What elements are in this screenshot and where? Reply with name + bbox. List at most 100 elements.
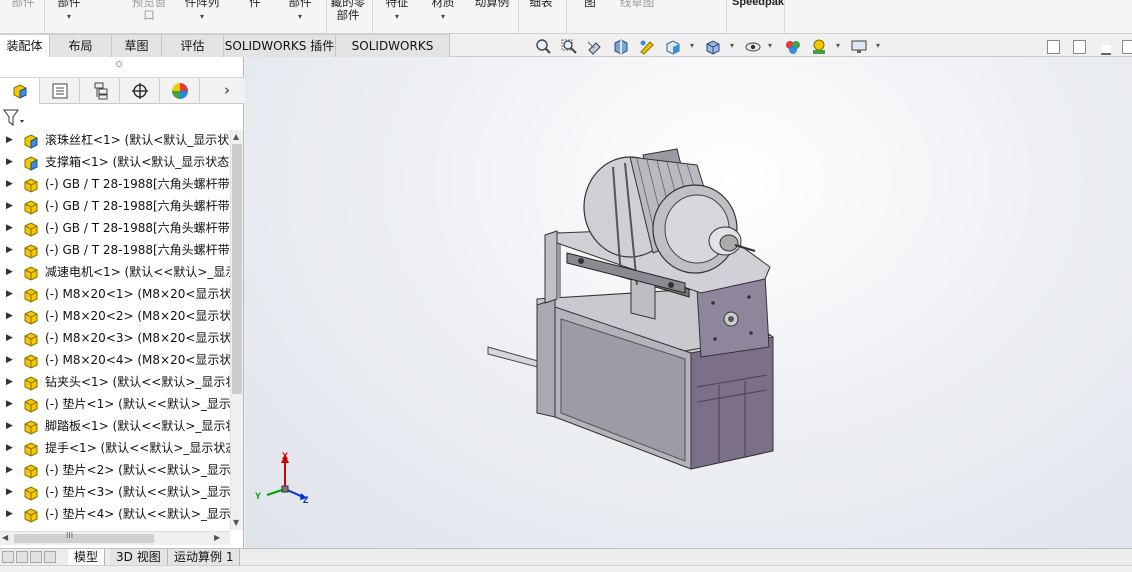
ribbon-item-4[interactable]: 件 (245, 0, 265, 33)
zoom-to-area-icon[interactable] (560, 38, 578, 56)
tree-filter[interactable] (0, 106, 244, 128)
section-view-icon[interactable] (612, 38, 630, 56)
split-pane-icon[interactable] (1073, 40, 1086, 54)
expand-arrow-icon[interactable]: ▶ (6, 201, 13, 211)
tree-item[interactable]: ▶ (-) GB / T 28-1988[六角头螺杆带 (0, 240, 230, 262)
panel-grip-icon[interactable] (116, 61, 122, 67)
tab-motion-study-1[interactable]: 运动算例 1 (168, 549, 241, 566)
tab-model[interactable]: 模型 (68, 549, 106, 566)
scroll-right-icon[interactable]: ▶ (214, 533, 220, 542)
tab-3d-view[interactable]: 3D 视图 (110, 549, 168, 566)
tree-vertical-scrollbar[interactable]: ▲ ▼ (230, 130, 243, 530)
tree-item[interactable]: ▶ (-) GB / T 28-1988[六角头螺杆带 (0, 174, 230, 196)
expand-arrow-icon[interactable]: ▶ (6, 223, 13, 233)
expand-arrow-icon[interactable]: ▶ (6, 443, 13, 453)
ribbon-item-11[interactable]: 图 (580, 0, 600, 33)
ribbon-item-0[interactable]: 部件 (8, 0, 38, 33)
restore-pane-icon[interactable] (1047, 40, 1060, 54)
configurationmanager-icon[interactable] (80, 78, 120, 104)
edit-appearance-icon[interactable] (784, 38, 802, 56)
expand-arrow-icon[interactable]: ▶ (6, 157, 13, 167)
ribbon-item-5[interactable]: 部件 ▾ (285, 0, 315, 33)
expand-arrow-icon[interactable]: ▶ (6, 355, 13, 365)
expand-arrow-icon[interactable]: ▶ (6, 421, 13, 431)
tree-item[interactable]: ▶ 钻夹头<1> (默认<<默认>_显示状 (0, 372, 230, 394)
tree-item[interactable]: ▶ 滚珠丝杠<1> (默认<默认_显示状 (0, 130, 230, 152)
chevron-down-icon[interactable]: ▾ (876, 41, 880, 50)
last-tab-icon[interactable] (44, 551, 56, 563)
chevron-down-icon[interactable]: ▾ (690, 41, 694, 50)
tab-sketch[interactable]: 草图 (112, 34, 162, 57)
tree-item[interactable]: ▶ (-) GB / T 28-1988[六角头螺杆带 (0, 218, 230, 240)
tree-item[interactable]: ▶ (-) 垫片<2> (默认<<默认>_显示状 (0, 460, 230, 482)
filter-icon[interactable] (3, 109, 25, 127)
tab-assembly[interactable]: 装配体 (0, 34, 50, 57)
chevron-down-icon[interactable]: ▾ (730, 41, 734, 50)
tree-item[interactable]: ▶ 提手<1> (默认<<默认>_显示状态 (0, 438, 230, 460)
tree-item[interactable]: ▶ (-) M8×20<2> (M8×20<显示状 (0, 306, 230, 328)
tree-horizontal-scrollbar[interactable]: ◀ III ▶ (0, 531, 230, 545)
expand-arrow-icon[interactable]: ▶ (6, 311, 13, 321)
tree-item[interactable]: ▶ (-) M8×20<3> (M8×20<显示状 (0, 328, 230, 350)
expand-arrow-icon[interactable]: ▶ (6, 399, 13, 409)
featuremanager-icon[interactable] (0, 78, 40, 104)
hide-show-icon[interactable] (744, 38, 762, 56)
expand-arrow-icon[interactable]: ▶ (6, 135, 13, 145)
dimxpertmanager-icon[interactable] (120, 78, 160, 104)
expand-arrow-icon[interactable]: ▶ (6, 509, 13, 519)
zoom-to-fit-icon[interactable] (534, 38, 552, 56)
tab-evaluate[interactable]: 评估 (162, 34, 224, 57)
displaymanager-icon[interactable] (160, 78, 200, 104)
display-style-icon[interactable] (704, 38, 722, 56)
ribbon-item-8[interactable]: 材质 ▾ (428, 0, 458, 33)
chevron-down-icon[interactable]: ▾ (836, 41, 840, 50)
expand-arrow-icon[interactable]: ▶ (6, 245, 13, 255)
tab-solidworks-addins[interactable]: SOLIDWORKS 插件 (224, 34, 336, 57)
previous-view-icon[interactable] (586, 38, 604, 56)
expand-arrow-icon[interactable]: ▶ (6, 289, 13, 299)
tree-item[interactable]: ▶ 支撑箱<1> (默认<默认_显示状态- (0, 152, 230, 174)
first-tab-icon[interactable] (2, 551, 14, 563)
tree-item[interactable]: ▶ (-) M8×20<4> (M8×20<显示状 (0, 350, 230, 372)
view-settings-icon[interactable] (850, 38, 868, 56)
expand-arrow-icon[interactable]: ▶ (6, 487, 13, 497)
dynamic-annotation-icon[interactable] (638, 38, 656, 56)
expand-arrow-icon[interactable]: ▶ (6, 465, 13, 475)
tree-item[interactable]: ▶ (-) M8×20<1> (M8×20<显示状 (0, 284, 230, 306)
graphics-area[interactable]: X Y Z (245, 57, 1132, 548)
chevron-right-icon[interactable]: › (224, 81, 230, 99)
ribbon-item-6[interactable]: 藏的零部件 (328, 0, 368, 33)
tree-item[interactable]: ▶ 脚踏板<1> (默认<<默认>_显示状 (0, 416, 230, 438)
ribbon-item-1[interactable]: 部件 ▾ (54, 0, 84, 33)
next-tab-icon[interactable] (30, 551, 42, 563)
scroll-down-icon[interactable]: ▼ (233, 518, 239, 527)
tab-layout[interactable]: 布局 (50, 34, 112, 57)
ribbon-item-3[interactable]: 件阵列 ▾ (182, 0, 222, 33)
tree-item[interactable]: ▶ (-) GB / T 28-1988[六角头螺杆带 (0, 196, 230, 218)
tree-item[interactable]: ▶ (-) 垫片<4> (默认<<默认>_显示状 (0, 504, 230, 526)
ribbon-item-7[interactable]: 特征 ▾ (384, 0, 410, 33)
expand-arrow-icon[interactable]: ▶ (6, 333, 13, 343)
expand-arrow-icon[interactable]: ▶ (6, 179, 13, 189)
scroll-thumb[interactable]: III (14, 531, 154, 543)
expand-arrow-icon[interactable]: ▶ (6, 267, 13, 277)
tree-item[interactable]: ▶ 减速电机<1> (默认<<默认>_显示 (0, 262, 230, 284)
scroll-left-icon[interactable]: ◀ (2, 533, 8, 542)
scroll-thumb[interactable] (232, 144, 242, 394)
maximize-icon[interactable] (1122, 40, 1132, 54)
tree-item[interactable]: ▶ (-) 垫片<1> (默认<<默认>_显示状 (0, 394, 230, 416)
tab-solidworks-mbd[interactable]: SOLIDWORKS MBD (336, 34, 450, 75)
minimize-icon[interactable] (1101, 45, 1111, 55)
view-orientation-icon[interactable] (664, 38, 682, 56)
chevron-down-icon[interactable]: ▾ (768, 41, 772, 50)
ribbon-item-10[interactable]: 细表 (526, 0, 556, 33)
ribbon-item-speedpak[interactable]: Speedpak (728, 0, 788, 33)
ribbon-item-12[interactable]: 线草图 (614, 0, 660, 33)
apply-scene-icon[interactable] (810, 38, 828, 56)
tree-item[interactable]: ▶ (-) 垫片<3> (默认<<默认>_显示状 (0, 482, 230, 504)
propertymanager-icon[interactable] (40, 78, 80, 104)
ribbon-item-2[interactable]: 预览窗口 (128, 0, 170, 33)
previous-tab-icon[interactable] (16, 551, 28, 563)
expand-arrow-icon[interactable]: ▶ (6, 377, 13, 387)
ribbon-item-9[interactable]: 动算例 (472, 0, 512, 33)
